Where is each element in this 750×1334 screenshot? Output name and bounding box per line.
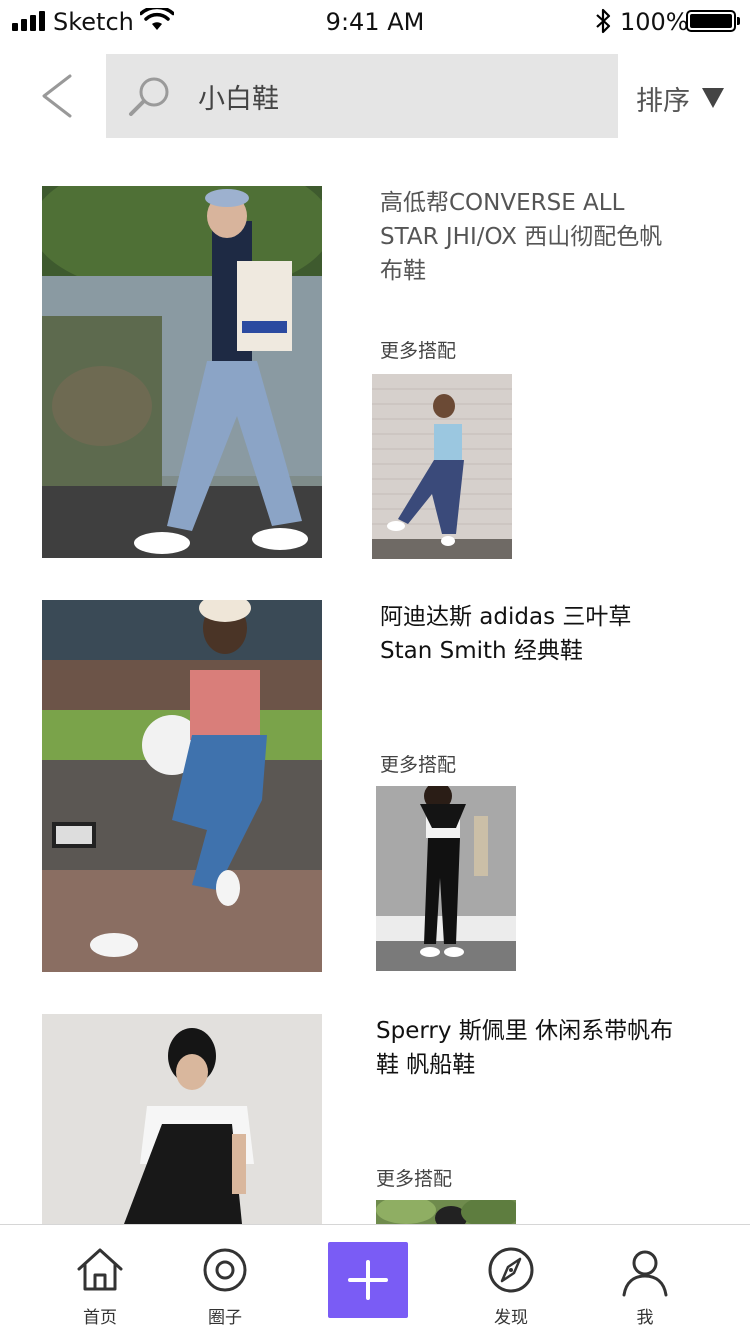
product-photo[interactable]	[42, 1014, 322, 1224]
battery-percent: 100%	[620, 8, 689, 36]
home-icon	[77, 1248, 123, 1291]
product-item[interactable]: Sperry 斯佩里 休闲系带帆布鞋 帆船鞋 更多搭配	[0, 1014, 750, 1224]
product-item[interactable]: 阿迪达斯 adidas 三叶草 Stan Smith 经典鞋 更多搭配	[0, 600, 750, 972]
sort-button[interactable]: 排序	[636, 78, 724, 118]
battery-tip	[737, 17, 740, 25]
tab-discover[interactable]: 发现	[461, 1225, 561, 1334]
tab-label-me: 我	[636, 1308, 654, 1328]
status-bar: Sketch 9:41 AM 100%	[0, 0, 750, 44]
circle-icon	[203, 1248, 247, 1292]
search-input[interactable]	[198, 76, 598, 116]
screen: Sketch 9:41 AM 100% 排序	[0, 0, 750, 1334]
product-photo[interactable]	[42, 600, 322, 972]
more-outfits-label: 更多搭配	[376, 1168, 453, 1190]
add-button[interactable]	[328, 1242, 408, 1318]
tab-label-home: 首页	[83, 1308, 117, 1328]
tab-circle[interactable]: 圈子	[175, 1225, 275, 1334]
outfit-thumbnail[interactable]	[376, 1200, 516, 1224]
more-outfits-label: 更多搭配	[380, 754, 457, 776]
tab-me[interactable]: 我	[595, 1225, 695, 1334]
plus-icon	[348, 1260, 388, 1300]
outfit-thumbnail[interactable]	[376, 786, 516, 971]
product-title[interactable]: Sperry 斯佩里 休闲系带帆布鞋 帆船鞋	[376, 1014, 676, 1082]
compass-icon	[488, 1247, 534, 1293]
outfit-thumbnail[interactable]	[372, 374, 512, 559]
tab-label-discover: 发现	[494, 1308, 528, 1328]
tab-bar: 首页 圈子 发现 我	[0, 1224, 750, 1334]
search-bar[interactable]	[106, 54, 618, 138]
sort-label: 排序	[636, 85, 690, 117]
tab-home[interactable]: 首页	[50, 1225, 150, 1334]
more-outfits-label: 更多搭配	[380, 340, 457, 362]
bluetooth-icon	[596, 8, 611, 34]
search-icon	[129, 77, 169, 116]
battery-icon	[686, 10, 736, 32]
product-photo[interactable]	[42, 186, 322, 558]
product-title[interactable]: 高低帮CONVERSE ALL STAR JHI/OX 西山彻配色帆布鞋	[380, 186, 680, 288]
tab-label-circle: 圈子	[208, 1308, 242, 1328]
profile-icon	[622, 1250, 668, 1297]
triangle-down-icon	[702, 88, 724, 108]
product-title[interactable]: 阿迪达斯 adidas 三叶草 Stan Smith 经典鞋	[380, 600, 680, 668]
product-item[interactable]: 高低帮CONVERSE ALL STAR JHI/OX 西山彻配色帆布鞋 更多搭…	[0, 186, 750, 559]
back-chevron-icon[interactable]	[36, 72, 80, 120]
